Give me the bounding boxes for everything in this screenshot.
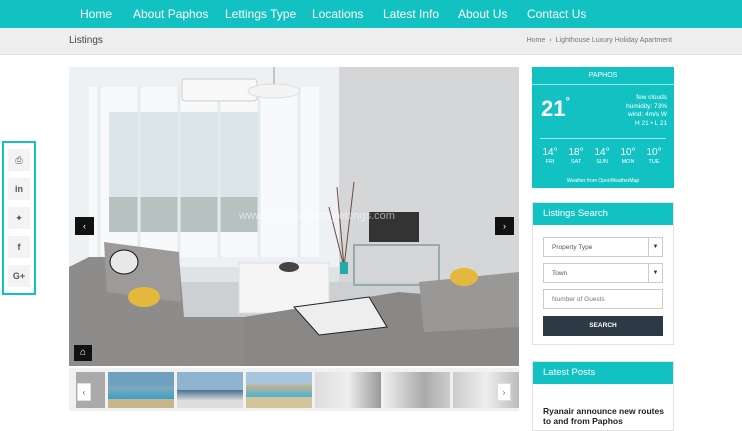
nav-home[interactable]: Home [80, 7, 112, 21]
town-select[interactable]: Town ▼ [543, 263, 663, 283]
forecast-day: 14° FRI [542, 147, 558, 165]
thumbnail[interactable] [246, 372, 312, 408]
linkedin-icon[interactable]: in [8, 178, 30, 200]
home-icon[interactable]: ⌂ [74, 345, 92, 361]
forecast-day: 14° SUN [594, 147, 610, 165]
facebook-icon[interactable]: f [8, 236, 30, 258]
listing-photo: www.paphosholidaylettings.com [69, 67, 519, 366]
thumbnail[interactable] [108, 372, 174, 408]
weather-temperature: 21° [541, 96, 570, 121]
twitter-icon[interactable]: ✦ [8, 207, 30, 229]
breadcrumb-home[interactable]: Home [527, 37, 546, 44]
google-plus-icon[interactable]: G+ [8, 265, 30, 287]
nav-about-us[interactable]: About Us [458, 7, 507, 21]
forecast-day: 18° SAT [568, 147, 584, 165]
guests-input[interactable]: Number of Guests [543, 289, 663, 309]
weather-widget: PAPHOS 21° few clouds humidity: 73% wind… [532, 67, 674, 188]
page-title-bar: Listings Home › Lighthouse Luxury Holiday … [0, 28, 742, 55]
nav-about-paphos[interactable]: About Paphos [133, 7, 208, 21]
post-link[interactable]: Ryanair announce new routes to and from … [543, 406, 668, 426]
print-icon[interactable]: ⎙ [8, 149, 30, 171]
nav-latest-info[interactable]: Latest Info [383, 7, 439, 21]
nav-locations[interactable]: Locations [312, 7, 363, 21]
watermark: www.paphosholidaylettings.com [238, 210, 395, 222]
thumbnail-prev-button[interactable]: ‹ [77, 383, 91, 401]
living-room-photo: www.paphosholidaylettings.com [69, 67, 519, 366]
thumbnail-strip [69, 368, 519, 411]
chevron-down-icon: ▼ [648, 238, 662, 256]
gallery-prev-button[interactable]: ‹ [75, 217, 94, 235]
gallery-next-button[interactable]: › [495, 217, 514, 235]
listings-search-title: Listings Search [533, 203, 673, 225]
thumbnail[interactable] [384, 372, 450, 408]
page-title: Listings [69, 35, 103, 46]
weather-details: few clouds humidity: 73% wind: 4m/s W H … [626, 94, 667, 127]
search-button[interactable]: SEARCH [543, 316, 663, 336]
forecast-day: 10° MON [620, 147, 636, 165]
thumbnail-next-button[interactable]: › [497, 383, 511, 401]
weather-credit[interactable]: Weather from OpenWeatherMap [532, 178, 674, 184]
latest-posts-title: Latest Posts [533, 362, 673, 384]
thumbnail[interactable] [177, 372, 243, 408]
latest-posts-widget: Latest Posts Ryanair announce new routes… [532, 361, 674, 431]
forecast-day: 10° TUE [646, 147, 662, 165]
nav-contact-us[interactable]: Contact Us [527, 7, 586, 21]
nav-lettings-type[interactable]: Lettings Type [225, 7, 296, 21]
weather-city: PAPHOS [588, 72, 618, 79]
breadcrumb-separator: › [549, 37, 552, 44]
share-bar: ⎙ in ✦ f G+ [2, 141, 36, 295]
thumbnail[interactable] [315, 372, 381, 408]
chevron-down-icon: ▼ [648, 264, 662, 282]
breadcrumb: Home › Lighthouse Luxury Holiday Apartment [525, 37, 674, 44]
listings-search-widget: Listings Search Property Type ▼ Town ▼ Num… [532, 202, 674, 345]
breadcrumb-current: Lighthouse Luxury Holiday Apartment [555, 37, 672, 44]
property-type-select[interactable]: Property Type ▼ [543, 237, 663, 257]
main-nav: Home About Paphos Lettings Type Location… [0, 0, 742, 28]
